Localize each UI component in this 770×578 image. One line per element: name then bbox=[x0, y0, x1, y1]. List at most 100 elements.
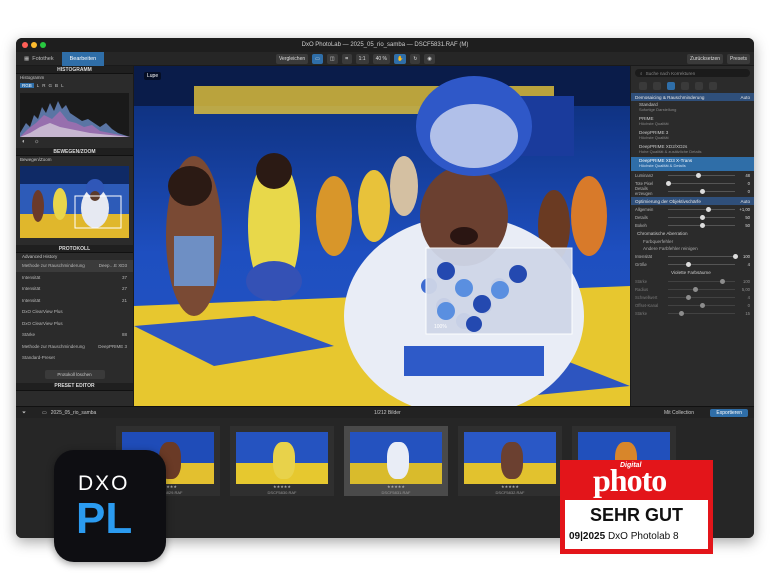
slider-track[interactable] bbox=[668, 278, 735, 284]
minimize-window-button[interactable] bbox=[31, 42, 37, 48]
noise-option-xd2[interactable]: DeepPRIME XD2/XD2s Hohe Qualität & zusätz… bbox=[631, 143, 754, 157]
slider-knob[interactable] bbox=[706, 206, 712, 212]
geometry-tab-icon[interactable] bbox=[681, 81, 689, 90]
ratio-button[interactable]: 1:1 bbox=[355, 54, 369, 64]
noise-option-standard[interactable]: Standard Sofortige Darstellung bbox=[631, 101, 754, 115]
channel-l[interactable]: L bbox=[37, 83, 40, 88]
purple-fringe-label[interactable]: Violette Farbsäume bbox=[631, 268, 754, 277]
preset-editor-header[interactable]: PRESET EDITOR bbox=[16, 382, 133, 391]
history-item[interactable]: Intensität 37 bbox=[16, 272, 133, 284]
slider-knob[interactable] bbox=[679, 310, 685, 316]
slider-knob[interactable] bbox=[699, 302, 705, 308]
slider-value[interactable]: 0 bbox=[738, 181, 750, 186]
noise-header[interactable]: Demosaicing & Rauschminderung Auto bbox=[631, 93, 754, 101]
noise-option-xd3[interactable]: DeepPRIME XD3 X-Trans Höchste Qualität & … bbox=[631, 157, 754, 171]
slider-track[interactable] bbox=[666, 180, 735, 186]
light-tab-icon[interactable] bbox=[639, 81, 647, 90]
zoom-select[interactable]: 40 % bbox=[372, 54, 390, 64]
hand-tool-icon[interactable]: ✋ bbox=[393, 54, 407, 64]
slider-value[interactable]: 4 bbox=[738, 262, 750, 267]
slider-value[interactable]: 4 bbox=[738, 295, 750, 300]
slider-knob[interactable] bbox=[686, 294, 692, 300]
detail-tab-icon[interactable] bbox=[667, 81, 675, 90]
slider-value[interactable]: +1,00 bbox=[738, 207, 750, 212]
slider-value[interactable]: 50 bbox=[738, 215, 750, 220]
eye-icon[interactable]: ◉ bbox=[424, 54, 435, 64]
slider-knob[interactable] bbox=[686, 261, 692, 267]
chroma-heading[interactable]: Chromatische Aberration bbox=[631, 229, 754, 238]
slider-knob[interactable] bbox=[699, 214, 705, 220]
slider-value[interactable]: 5,00 bbox=[738, 287, 750, 292]
local-tab-icon[interactable] bbox=[695, 81, 703, 90]
slider-knob[interactable] bbox=[733, 253, 738, 259]
histogram-header[interactable]: HISTOGRAMM bbox=[16, 66, 133, 74]
channel-rgb[interactable]: RGB bbox=[20, 83, 34, 88]
channel-g[interactable]: G bbox=[49, 83, 53, 88]
export-button[interactable]: Exportieren bbox=[710, 408, 748, 417]
compare-button[interactable]: Vergleichen bbox=[276, 54, 309, 64]
noise-option-prime[interactable]: PRIME Höchste Qualität bbox=[631, 115, 754, 129]
slider-knob[interactable] bbox=[699, 222, 705, 228]
effects-tab-icon[interactable] bbox=[709, 81, 717, 90]
close-window-button[interactable] bbox=[22, 42, 28, 48]
slider-track[interactable] bbox=[668, 286, 735, 292]
filmstrip-thumbnail[interactable]: ★★★★★ DSCF5832.RAF bbox=[458, 426, 562, 496]
slider-value[interactable]: 0 bbox=[738, 189, 750, 194]
history-item[interactable]: Standard-Preset bbox=[16, 352, 133, 364]
slider-track[interactable] bbox=[668, 222, 735, 228]
zoom-window-button[interactable] bbox=[40, 42, 46, 48]
reset-button[interactable]: Zurücksetzen bbox=[687, 54, 724, 64]
slider-value[interactable]: 15 bbox=[738, 311, 750, 316]
image-viewer[interactable]: Lupe 100% bbox=[134, 66, 630, 406]
chroma-item-2[interactable]: Andere Farbfehler reinigen bbox=[631, 245, 754, 252]
slider-knob[interactable] bbox=[719, 278, 725, 284]
tab-edit[interactable]: Bearbeiten bbox=[61, 51, 105, 66]
thumbnail-stars[interactable]: ★★★★★ bbox=[230, 484, 334, 489]
presets-button[interactable]: Presets bbox=[727, 54, 750, 64]
slider-track[interactable] bbox=[668, 172, 735, 178]
slider-value[interactable]: 100 bbox=[738, 254, 750, 259]
slider-track[interactable] bbox=[668, 261, 735, 267]
history-item[interactable]: Intensität 21 bbox=[16, 295, 133, 307]
slider-knob[interactable] bbox=[666, 180, 671, 186]
slider-knob[interactable] bbox=[696, 172, 702, 178]
slider-track[interactable] bbox=[668, 206, 735, 212]
channel-l2[interactable]: L bbox=[61, 83, 64, 88]
rotate-icon[interactable]: ↻ bbox=[410, 54, 421, 64]
filmstrip-thumbnail[interactable]: ★★★★★ DSCF5830.RAF bbox=[230, 426, 334, 496]
filmstrip-thumbnail[interactable]: ★★★★★ DSCF5831.RAF bbox=[344, 426, 448, 496]
collection-button[interactable]: Mit Collection bbox=[664, 410, 694, 416]
moon-icon[interactable]: ◐ bbox=[22, 139, 26, 145]
slider-track[interactable] bbox=[668, 214, 735, 220]
thumbnail-stars[interactable]: ★★★★★ bbox=[458, 484, 562, 489]
navigator-thumbnail[interactable] bbox=[20, 166, 129, 238]
slider-value[interactable]: 100 bbox=[738, 279, 750, 284]
slider-track[interactable] bbox=[668, 302, 735, 308]
crop-icon[interactable]: ⌗ bbox=[341, 54, 352, 64]
tab-library[interactable]: ▦ Fotothek bbox=[16, 52, 62, 66]
slider-value[interactable]: 48 bbox=[738, 173, 750, 178]
history-item[interactable]: DxO ClearView Plus bbox=[16, 318, 133, 330]
slider-knob[interactable] bbox=[699, 188, 705, 194]
slider-track[interactable] bbox=[668, 294, 735, 300]
single-view-button[interactable]: ▭ bbox=[312, 54, 323, 64]
channel-b[interactable]: B bbox=[55, 83, 58, 88]
sun-icon[interactable]: ☼ bbox=[34, 139, 40, 145]
slider-value[interactable]: 0 bbox=[738, 303, 750, 308]
channel-r[interactable]: R bbox=[42, 83, 45, 88]
slider-knob[interactable] bbox=[692, 286, 698, 292]
optics-header[interactable]: Optimierung der Objektivschärfe Auto bbox=[631, 197, 754, 205]
history-item[interactable]: Stärke 88 bbox=[16, 329, 133, 341]
correction-search[interactable]: ⌕ Suche nach Korrekturen bbox=[635, 69, 750, 77]
protocol-header[interactable]: PROTOKOLL bbox=[16, 245, 133, 253]
history-item[interactable]: Methode zur Rauschminderung Deep…E XD3 bbox=[16, 260, 133, 272]
slider-track[interactable] bbox=[668, 310, 735, 316]
history-item[interactable]: DxO ClearView Plus bbox=[16, 306, 133, 318]
split-view-button[interactable]: ◫ bbox=[326, 54, 338, 64]
history-item[interactable]: Intensität 27 bbox=[16, 283, 133, 295]
noise-option-deepprime3[interactable]: DeepPRIME 3 Höchste Qualität bbox=[631, 129, 754, 143]
slider-value[interactable]: 50 bbox=[738, 223, 750, 228]
thumbnail-stars[interactable]: ★★★★★ bbox=[344, 484, 448, 489]
color-tab-icon[interactable] bbox=[653, 81, 661, 90]
filter-icon[interactable]: ⏷ bbox=[22, 410, 26, 416]
